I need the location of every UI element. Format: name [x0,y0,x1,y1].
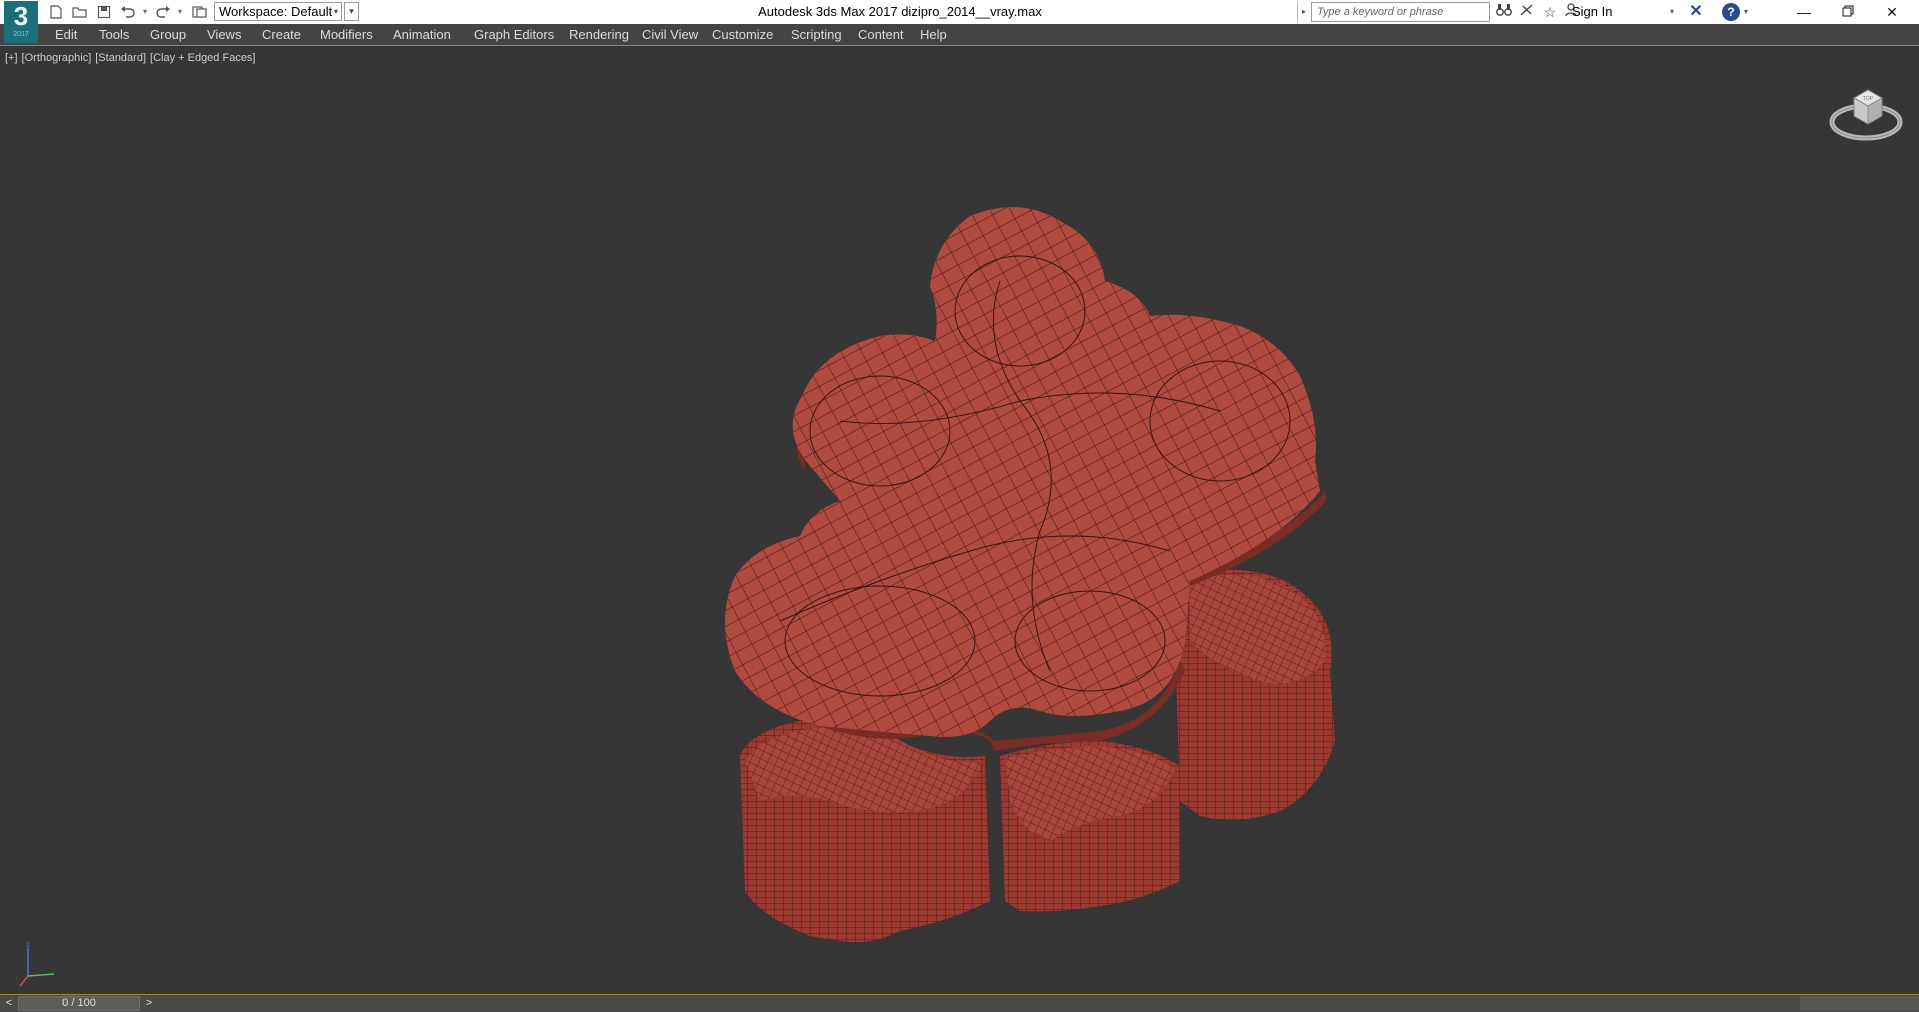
menu-civil-view[interactable]: Civil View [642,24,698,45]
viewport-menu-plus[interactable]: [+] [5,52,18,64]
search-expand-icon[interactable]: ▸ [1297,2,1310,22]
menu-graph-editors[interactable]: Graph Editors [474,24,554,45]
workspace-options-button[interactable]: ▾ [344,2,359,21]
menu-modifiers[interactable]: Modifiers [320,24,373,45]
time-track-end [1800,996,1919,1011]
time-next-button[interactable]: > [142,996,156,1011]
viewport-style-label[interactable]: [Clay + Edged Faces] [150,52,255,64]
project-folder-icon[interactable] [191,3,209,21]
lower-lobe-left [740,720,990,943]
menu-views[interactable]: Views [207,24,241,45]
menu-create[interactable]: Create [262,24,301,45]
viewcube-icon[interactable]: TOP [1826,76,1906,156]
undo-icon[interactable] [119,3,137,21]
new-file-icon[interactable] [47,3,65,21]
app-logo-icon[interactable]: 3 2017 [4,1,38,43]
lower-lobe-middle [1000,741,1180,912]
search-input[interactable] [1311,2,1490,22]
time-slider-thumb[interactable]: 0 / 100 [18,996,140,1011]
minimize-button[interactable]: — [1782,0,1826,24]
menu-tools[interactable]: Tools [99,24,129,45]
save-icon[interactable] [95,3,113,21]
redo-icon[interactable] [154,3,172,21]
lower-lobe-right [1175,569,1335,820]
menu-edit[interactable]: Edit [55,24,77,45]
viewport-shading-label[interactable]: [Standard] [95,52,146,64]
sign-in-dropdown-icon[interactable]: ▾ [1670,3,1674,21]
menu-content[interactable]: Content [858,24,904,45]
menu-bar: Edit Tools Group Views Create Modifiers … [0,24,1919,46]
menu-rendering[interactable]: Rendering [569,24,629,45]
open-folder-icon[interactable] [71,3,89,21]
window-title: Autodesk 3ds Max 2017 dizipro_2014__vray… [758,4,1042,19]
menu-animation[interactable]: Animation [393,24,451,45]
menu-customize[interactable]: Customize [712,24,773,45]
axis-tripod-icon: z [16,940,62,988]
sign-in-button[interactable]: Sign In [1572,3,1612,21]
workspace-label: Workspace: Default [219,4,333,19]
help-icon[interactable]: ? [1722,3,1740,21]
redo-dropdown-icon[interactable]: ▾ [178,5,184,19]
menu-help[interactable]: Help [920,24,947,45]
workspace-select[interactable]: Workspace: Default ▾ [214,2,342,21]
star-icon[interactable]: ☆ [1540,3,1560,21]
autodesk-exchange-icon[interactable]: ✕ [1686,2,1706,22]
app-logo-year: 2017 [13,31,29,38]
undo-dropdown-icon[interactable]: ▾ [143,5,149,19]
binoculars-icon[interactable] [1494,3,1514,21]
restore-button[interactable] [1826,0,1870,24]
frame-readout: 0 / 100 [62,997,96,1009]
viewport-view-label[interactable]: [Orthographic] [22,52,92,64]
menu-group[interactable]: Group [150,24,186,45]
viewcube-face-label: TOP [1863,96,1874,102]
menu-scripting[interactable]: Scripting [791,24,842,45]
subscription-icon[interactable] [1517,3,1537,21]
time-prev-button[interactable]: < [2,996,16,1011]
app-logo-number: 3 [13,1,29,31]
mesh-object[interactable] [720,201,1360,961]
perspective-viewport[interactable]: [+] [Orthographic] [Standard] [Clay + Edged… [0,46,1919,995]
viewport-label[interactable]: [+] [Orthographic] [Standard] [Clay + Edged… [5,52,260,64]
title-bar: 3 2017 ▾ ▾ Workspace: Default ▾ ▾ Autode… [0,0,1919,43]
time-slider[interactable]: < 0 / 100 > [0,995,1919,1012]
chevron-down-icon: ▾ [333,7,338,16]
svg-text:z: z [26,940,30,949]
close-button[interactable]: ✕ [1870,0,1914,24]
help-dropdown-icon[interactable]: ▾ [1744,3,1748,21]
